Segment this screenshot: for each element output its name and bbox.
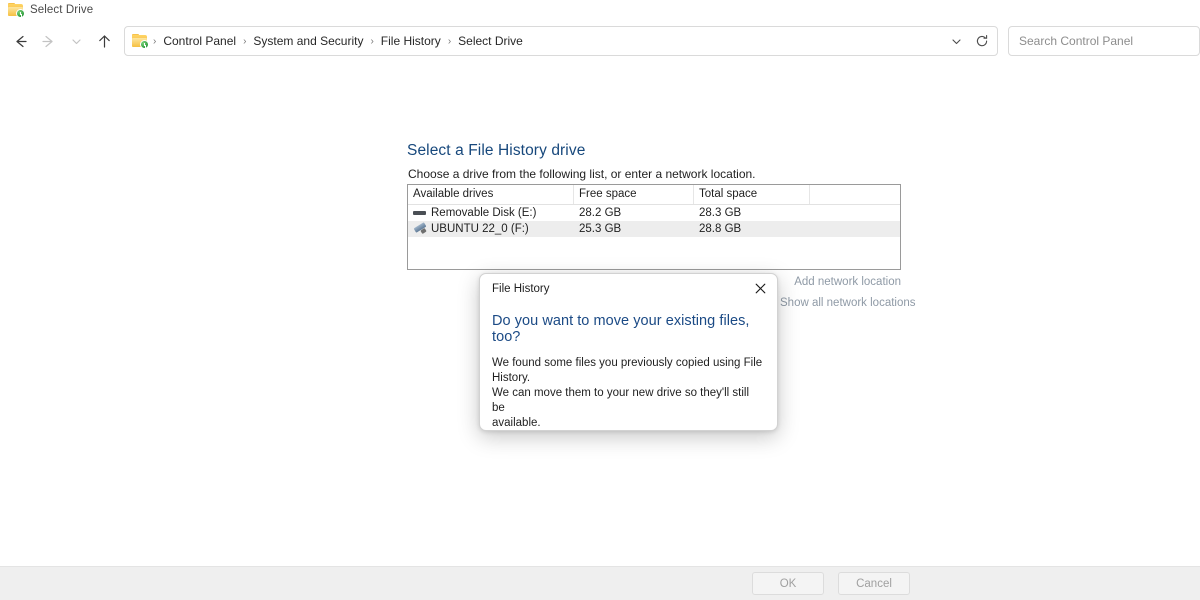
breadcrumb-separator: › (153, 35, 157, 47)
breadcrumb-separator: › (447, 35, 452, 47)
column-header-available-drives[interactable]: Available drives (408, 185, 574, 204)
add-network-location-link[interactable]: Add network location (780, 276, 901, 288)
chevron-down-icon (951, 38, 961, 44)
dialog-title: File History (492, 282, 550, 295)
window-title-bar: Select Drive (0, 0, 1200, 20)
show-all-network-locations-link[interactable]: Show all network locations (780, 297, 916, 309)
page-subtitle: Choose a drive from the following list, … (408, 167, 756, 181)
total-space-cell: 28.3 GB (699, 207, 742, 219)
drive-label: Removable Disk (E:) (431, 207, 537, 219)
page-footer: OK Cancel (0, 566, 1200, 600)
dialog-title-bar: File History (480, 274, 777, 303)
dialog-message-line-1: We found some files you previously copie… (492, 357, 763, 384)
refresh-icon (976, 35, 988, 47)
address-bar[interactable]: › Control Panel › System and Security › … (124, 26, 998, 56)
chevron-down-icon (71, 38, 81, 44)
breadcrumb-separator: › (370, 35, 374, 47)
free-space-cell: 28.2 GB (579, 207, 622, 219)
footer-cancel-button[interactable]: Cancel (838, 572, 910, 595)
forward-button[interactable] (34, 27, 62, 55)
dialog-message-line-3: available. (492, 417, 541, 429)
navigation-bar: › Control Panel › System and Security › … (0, 20, 1200, 62)
address-dropdown-button[interactable] (943, 28, 969, 54)
window-title: Select Drive (30, 4, 94, 16)
page-title: Select a File History drive (407, 142, 586, 159)
content-area: Select a File History drive Choose a dri… (0, 62, 1200, 566)
breadcrumb-item-file-history[interactable]: File History (377, 32, 445, 50)
drive-label: UBUNTU 22_0 (F:) (431, 223, 529, 235)
empty-cell (810, 205, 900, 221)
close-icon (755, 283, 765, 294)
breadcrumb-item-system-and-security[interactable]: System and Security (249, 32, 367, 50)
breadcrumb: › Control Panel › System and Security › … (132, 32, 943, 50)
column-header-empty[interactable] (810, 185, 900, 204)
table-row[interactable]: Removable Disk (E:) 28.2 GB 28.3 GB (408, 205, 900, 221)
arrow-up-icon (98, 34, 110, 48)
column-header-total-space[interactable]: Total space (694, 185, 810, 204)
search-box[interactable] (1008, 26, 1200, 56)
ok-button[interactable]: OK (752, 572, 824, 595)
recent-locations-button[interactable] (62, 27, 90, 55)
file-history-dialog: File History Do you want to move your ex… (479, 273, 778, 431)
column-header-free-space[interactable]: Free space (574, 185, 694, 204)
available-drives-list[interactable]: Available drives Free space Total space … (407, 184, 901, 270)
back-button[interactable] (6, 27, 34, 55)
close-button[interactable] (747, 278, 773, 300)
free-space-cell: 25.3 GB (579, 223, 622, 235)
dialog-body: Do you want to move your existing files,… (480, 303, 777, 430)
breadcrumb-file-history-icon[interactable] (132, 34, 149, 49)
drive-name-cell: UBUNTU 22_0 (F:) (408, 221, 574, 237)
removable-disk-icon (413, 207, 427, 219)
table-row[interactable]: UBUNTU 22_0 (F:) 25.3 GB 28.8 GB (408, 221, 900, 237)
breadcrumb-separator: › (243, 35, 247, 47)
breadcrumb-item-control-panel[interactable]: Control Panel (159, 32, 240, 50)
dialog-heading: Do you want to move your existing files,… (492, 313, 750, 345)
empty-cell (810, 221, 900, 237)
dialog-message-line-2: We can move them to your new drive so th… (492, 387, 750, 414)
breadcrumb-item-select-drive[interactable]: Select Drive (454, 32, 527, 50)
arrow-right-icon (41, 35, 53, 47)
file-history-folder-icon (8, 3, 25, 18)
drive-table-header: Available drives Free space Total space (408, 185, 900, 205)
usb-flash-drive-icon (413, 223, 427, 235)
search-input[interactable] (1017, 33, 1191, 49)
refresh-button[interactable] (969, 28, 995, 54)
drive-name-cell: Removable Disk (E:) (408, 205, 574, 221)
network-location-links: Add network location Show all network lo… (780, 276, 916, 318)
up-button[interactable] (90, 27, 118, 55)
total-space-cell: 28.8 GB (699, 223, 742, 235)
address-bar-actions (943, 28, 995, 54)
arrow-left-icon (15, 35, 27, 47)
